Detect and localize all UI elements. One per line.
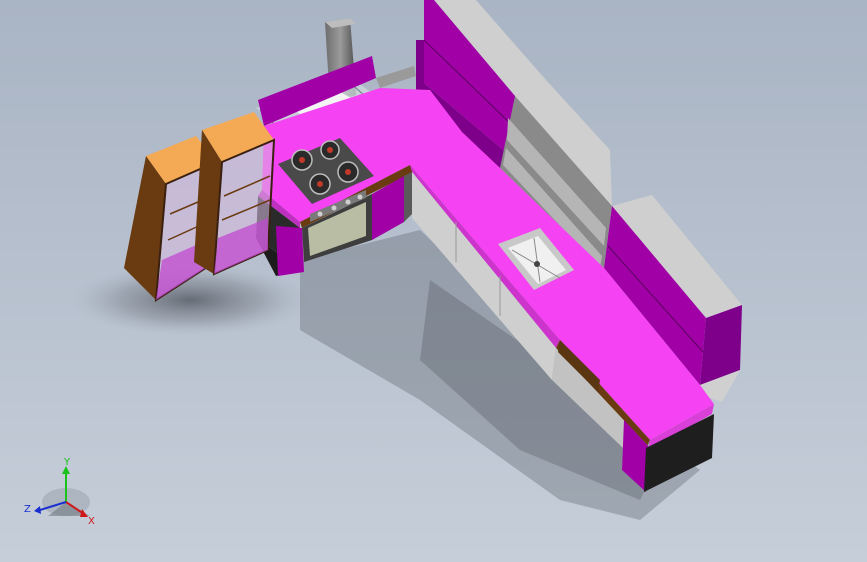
- display-cabinet-right[interactable]: [194, 112, 276, 276]
- model-viewport[interactable]: Y X Z: [0, 0, 867, 562]
- z-axis-label: Z: [24, 504, 31, 515]
- y-axis-label: Y: [63, 457, 71, 468]
- x-axis-label: X: [88, 516, 95, 527]
- axis-triad[interactable]: Y X Z: [18, 454, 108, 534]
- z-axis-head: [34, 506, 41, 514]
- knob-icon[interactable]: [345, 199, 351, 205]
- backsplash-trim: [376, 66, 416, 88]
- knob-icon[interactable]: [357, 194, 363, 200]
- base-door-left[interactable]: [276, 226, 304, 276]
- knob-icon[interactable]: [317, 211, 323, 217]
- kitchen-model[interactable]: [0, 0, 867, 562]
- drain-icon: [534, 261, 540, 267]
- knob-icon[interactable]: [331, 205, 337, 211]
